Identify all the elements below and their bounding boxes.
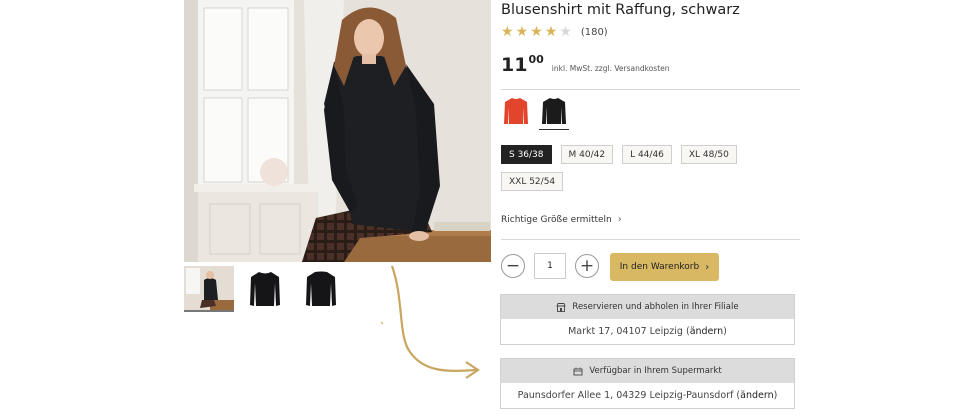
reserve-pickup-box: Reservieren und abholen in Ihrer Filiale… — [500, 294, 795, 345]
shopping-basket-icon — [573, 367, 583, 375]
size-option[interactable]: S 36/38 — [501, 145, 552, 164]
price-main: 11 — [501, 54, 528, 76]
reserve-pickup-label: Reservieren und abholen in Ihrer Filiale — [572, 302, 739, 312]
quantity-stepper: − + — [501, 253, 599, 279]
product-main-image[interactable] — [184, 0, 491, 262]
paren-close: ) — [773, 390, 778, 401]
color-swatches — [501, 96, 569, 130]
size-option[interactable]: XXL 52/54 — [501, 172, 564, 191]
color-swatch-black[interactable] — [539, 96, 569, 130]
chevron-right-icon: › — [705, 261, 710, 273]
size-option[interactable]: M 40/42 — [560, 145, 614, 164]
product-price: 11 00 inkl. MwSt. zzgl. Versandkosten — [501, 53, 670, 77]
add-to-cart-label: In den Warenkorb — [619, 262, 700, 272]
star-filled-icon: ★ — [530, 24, 543, 40]
size-guide-link[interactable]: Richtige Größe ermitteln › — [501, 214, 622, 225]
paren-close: ) — [723, 326, 727, 337]
chevron-right-icon: › — [617, 214, 622, 225]
thumbnail-back[interactable] — [296, 266, 346, 312]
thumbnail-strip — [184, 266, 346, 312]
model-photo — [184, 0, 491, 262]
star-filled-icon: ★ — [501, 24, 514, 40]
supermarket-availability-box: Verfügbar in Ihrem Supermarkt Paunsdorfe… — [500, 358, 795, 409]
divider — [501, 89, 800, 90]
rating-count: (180) — [580, 26, 608, 38]
quantity-decrease-button[interactable]: − — [501, 254, 525, 278]
thumbnail-model-image — [184, 266, 234, 310]
price-cents: 00 — [528, 53, 544, 66]
price-note: inkl. MwSt. zzgl. Versandkosten — [551, 64, 670, 73]
supermarket-availability-button[interactable]: Verfügbar in Ihrem Supermarkt — [501, 359, 794, 383]
store-icon — [556, 302, 567, 312]
size-options: S 36/38 M 40/42 L 44/46 XL 48/50 XXL 52/54 — [501, 145, 801, 191]
rating-stars: ★ ★ ★ ★ ★ — [501, 24, 572, 40]
size-guide-label: Richtige Größe ermitteln — [501, 214, 612, 225]
red-top-icon — [504, 98, 528, 124]
product-rating[interactable]: ★ ★ ★ ★ ★ (180) — [501, 24, 608, 40]
star-filled-icon: ★ — [515, 24, 529, 40]
thumbnail-model[interactable] — [184, 266, 234, 312]
supermarket-availability-label: Verfügbar in Ihrem Supermarkt — [589, 366, 722, 376]
size-option[interactable]: L 44/46 — [622, 145, 672, 164]
size-option[interactable]: XL 48/50 — [680, 145, 737, 164]
reserve-store-address: Markt 17, 04107 Leipzig — [568, 326, 683, 337]
supermarket-info: Paunsdorfer Allee 1, 04329 Leipzig-Pauns… — [501, 383, 794, 408]
reserve-pickup-button[interactable]: Reservieren und abholen in Ihrer Filiale — [501, 295, 794, 319]
thumbnail-back-image — [306, 271, 336, 306]
supermarket-change-link[interactable]: ändern — [740, 390, 773, 401]
add-to-cart-button[interactable]: In den Warenkorb › — [610, 253, 719, 281]
quantity-input[interactable] — [534, 253, 566, 279]
divider — [501, 239, 800, 240]
black-top-icon — [542, 98, 566, 124]
color-swatch-red[interactable] — [501, 96, 531, 130]
reserve-change-link[interactable]: ändern — [690, 326, 723, 337]
star-empty-icon: ★ — [559, 24, 572, 40]
quantity-increase-button[interactable]: + — [575, 254, 599, 278]
thumbnail-front-image — [250, 272, 280, 306]
reserve-store-info: Markt 17, 04107 Leipzig (ändern) — [501, 319, 794, 344]
star-filled-icon: ★ — [544, 24, 558, 40]
product-title: Blusenshirt mit Raffung, schwarz — [501, 2, 740, 18]
thumbnail-front[interactable] — [240, 266, 290, 312]
supermarket-address: Paunsdorfer Allee 1, 04329 Leipzig-Pauns… — [517, 390, 734, 401]
